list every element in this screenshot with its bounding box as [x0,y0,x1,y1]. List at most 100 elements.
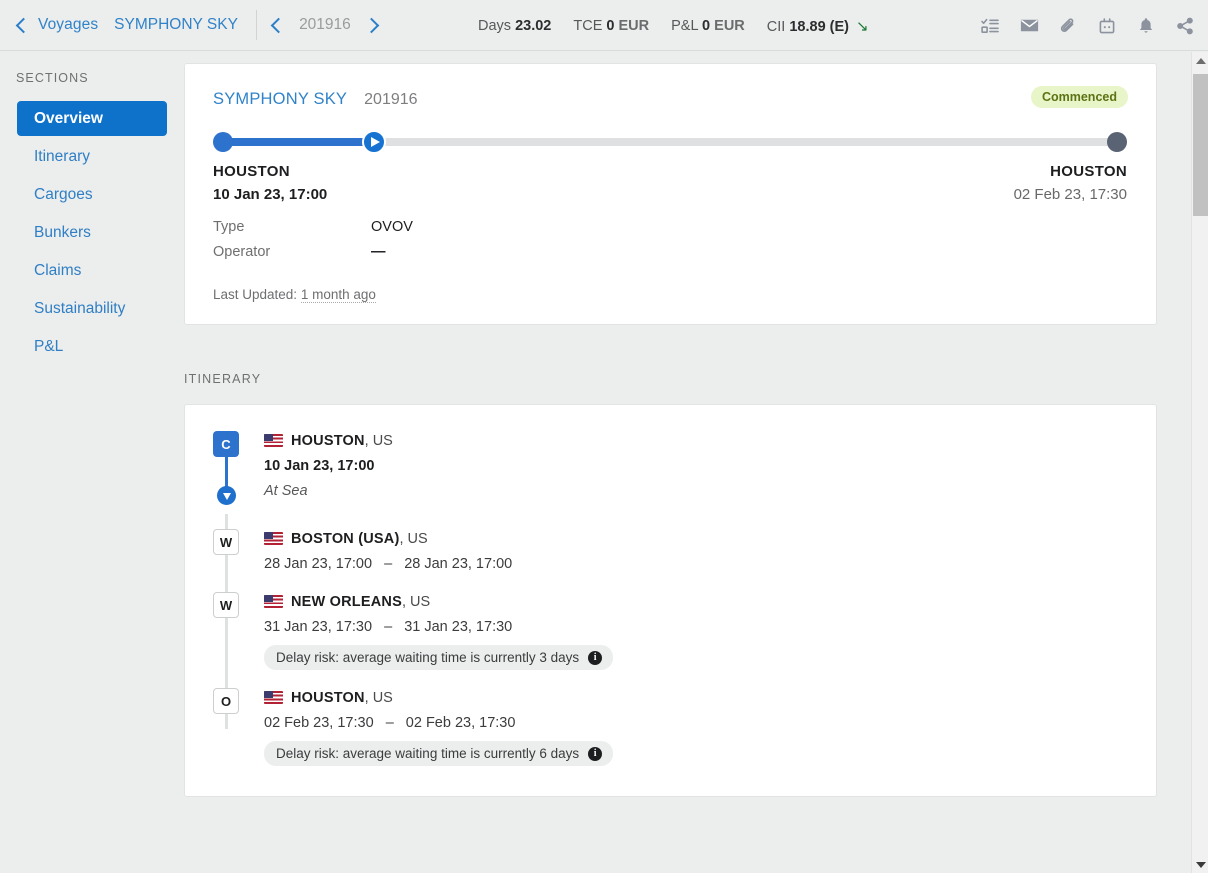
stop-port-name: NEW ORLEANS [291,594,402,610]
stop-type-badge: O [213,688,239,714]
arrival-port: HOUSTON [1050,163,1127,180]
sidebar-item-claims[interactable]: Claims [17,253,167,288]
at-sea-marker-icon [217,486,236,505]
kpi-days: Days 23.02 [478,18,551,34]
us-flag-icon [264,434,283,447]
breadcrumb-back-voyages[interactable]: Voyages [15,16,99,34]
progress-end-dot [1107,132,1127,152]
arrival-datetime: 02 Feb 23, 17:30 [1013,186,1127,203]
mail-icon[interactable] [1018,15,1040,37]
overview-vessel-name[interactable]: SYMPHONY SKY [213,90,347,109]
stop-type-badge: W [213,592,239,618]
last-updated-value[interactable]: 1 month ago [300,287,376,303]
info-icon[interactable]: i [588,746,603,761]
tasks-icon[interactable] [979,15,1001,37]
itinerary-section-title: ITINERARY [184,372,262,386]
at-sea-label: At Sea [264,483,308,499]
progress-fill [223,138,373,146]
attachment-icon[interactable] [1057,15,1079,37]
sidebar-item-cargoes[interactable]: Cargoes [17,177,167,212]
itinerary-stop[interactable]: W NEW ORLEANS, US 31 Jan 23, 17:30 – 31 … [213,592,1128,670]
sidebar-item-label: Cargoes [34,185,93,203]
breadcrumb-vessel-name[interactable]: SYMPHONY SKY [114,16,238,34]
sidebar-item-bunkers[interactable]: Bunkers [17,215,167,250]
stop-type-badge: C [213,431,239,457]
departure-block: HOUSTON 10 Jan 23, 17:00 [213,163,327,203]
chevron-left-icon [15,17,32,33]
stop-date-separator: – [384,556,393,572]
voyage-progress-bar[interactable] [213,130,1128,154]
us-flag-icon [264,532,283,545]
stop-title: BOSTON (USA), US [264,529,1128,549]
inbox-icon[interactable] [1096,15,1118,37]
vertical-scrollbar[interactable] [1191,52,1208,873]
kpi-pnl-unit: EUR [714,17,745,34]
scroll-down-arrow-icon[interactable] [1192,856,1208,873]
sidebar-item-label: Claims [34,261,82,279]
kpi-tce-label: TCE [573,17,603,34]
delay-risk-pill: Delay risk: average waiting time is curr… [264,741,614,766]
header-divider [255,10,257,40]
delay-risk-pill: Delay risk: average waiting time is curr… [264,645,614,670]
kpi-tce: TCE 0 EUR [573,18,649,34]
stop-date-from: 28 Jan 23, 17:00 [264,556,373,572]
voyage-prev-icon[interactable] [270,17,287,33]
sidebar: SECTIONS Overview Itinerary Cargoes Bunk… [0,51,184,873]
stop-date-separator: – [385,715,394,731]
stop-date-separator: – [384,619,393,635]
sidebar-item-label: Sustainability [34,299,126,317]
field-row-operator: Operator — [213,240,1128,265]
us-flag-icon [264,691,283,704]
stop-country: , US [399,531,428,547]
sidebar-item-itinerary[interactable]: Itinerary [17,139,167,174]
stop-type-badge: W [213,529,239,555]
kpi-tce-unit: EUR [618,17,650,34]
itinerary-stop[interactable]: O HOUSTON, US 02 Feb 23, 17:30 – 02 Feb … [213,688,1128,766]
kpi-cii-label: CII [766,18,786,35]
info-icon[interactable]: i [588,650,603,665]
stop-title: NEW ORLEANS, US [264,592,1128,612]
kpi-days-label: Days [478,17,512,34]
itinerary-stop[interactable]: W BOSTON (USA), US 28 Jan 23, 17:00 – 28… [213,529,1128,572]
stop-country: , US [401,594,431,610]
stop-date-from: 02 Feb 23, 17:30 [264,715,374,731]
page-body: SECTIONS Overview Itinerary Cargoes Bunk… [0,51,1208,873]
voyage-navigator: 201916 [270,16,380,34]
itinerary-stop[interactable]: C HOUSTON, US 10 Jan 23, 17:00 [213,431,1128,474]
ship-position-icon[interactable] [362,130,386,154]
itinerary-card: C HOUSTON, US 10 Jan 23, 17:00 At Sea W … [184,404,1157,797]
sidebar-item-sustainability[interactable]: Sustainability [17,291,167,326]
scrollbar-thumb[interactable] [1193,74,1208,216]
stop-date-from: 31 Jan 23, 17:30 [264,619,373,635]
stop-dates: 10 Jan 23, 17:00 [264,458,375,474]
voyage-next-icon[interactable] [363,17,380,33]
bell-icon[interactable] [1135,15,1157,37]
stop-title: HOUSTON, US [264,431,1128,451]
stop-date-to: 02 Feb 23, 17:30 [405,715,516,731]
sidebar-item-pnl[interactable]: P&L [17,329,167,364]
sidebar-item-label: P&L [34,337,64,355]
field-value: OVOV [371,219,413,235]
breadcrumb-label-voyages: Voyages [38,16,99,33]
stop-dates: 31 Jan 23, 17:30 – 31 Jan 23, 17:30 [264,619,1128,635]
kpi-cii-value: 18.89 (E) [789,18,849,35]
stop-dates: 02 Feb 23, 17:30 – 02 Feb 23, 17:30 [264,715,1128,731]
share-icon[interactable] [1174,15,1196,37]
sidebar-item-label: Itinerary [34,147,90,165]
main-content: Commenced SYMPHONY SKY 201916 HOUSTON 10… [184,51,1208,873]
cii-trend-down-icon: ↘ [856,17,869,35]
stop-country: , US [364,433,393,449]
kpi-pnl-value: 0 [702,17,711,34]
scroll-up-arrow-icon[interactable] [1192,52,1208,69]
overview-header: SYMPHONY SKY 201916 [213,90,1128,109]
sidebar-item-overview[interactable]: Overview [17,101,167,136]
arrival-block: HOUSTON 02 Feb 23, 17:30 [1014,163,1127,203]
overview-voyage-number: 201916 [364,90,418,108]
overview-card: Commenced SYMPHONY SKY 201916 HOUSTON 10… [184,63,1157,325]
stop-port-name: BOSTON (USA) [291,531,400,547]
field-label: Type [213,219,245,235]
itinerary-timeline: C HOUSTON, US 10 Jan 23, 17:00 At Sea W … [213,431,1128,766]
header-icon-group [979,0,1196,51]
last-updated: Last Updated: 1 month ago [213,287,1128,303]
status-badge: Commenced [1030,86,1128,108]
